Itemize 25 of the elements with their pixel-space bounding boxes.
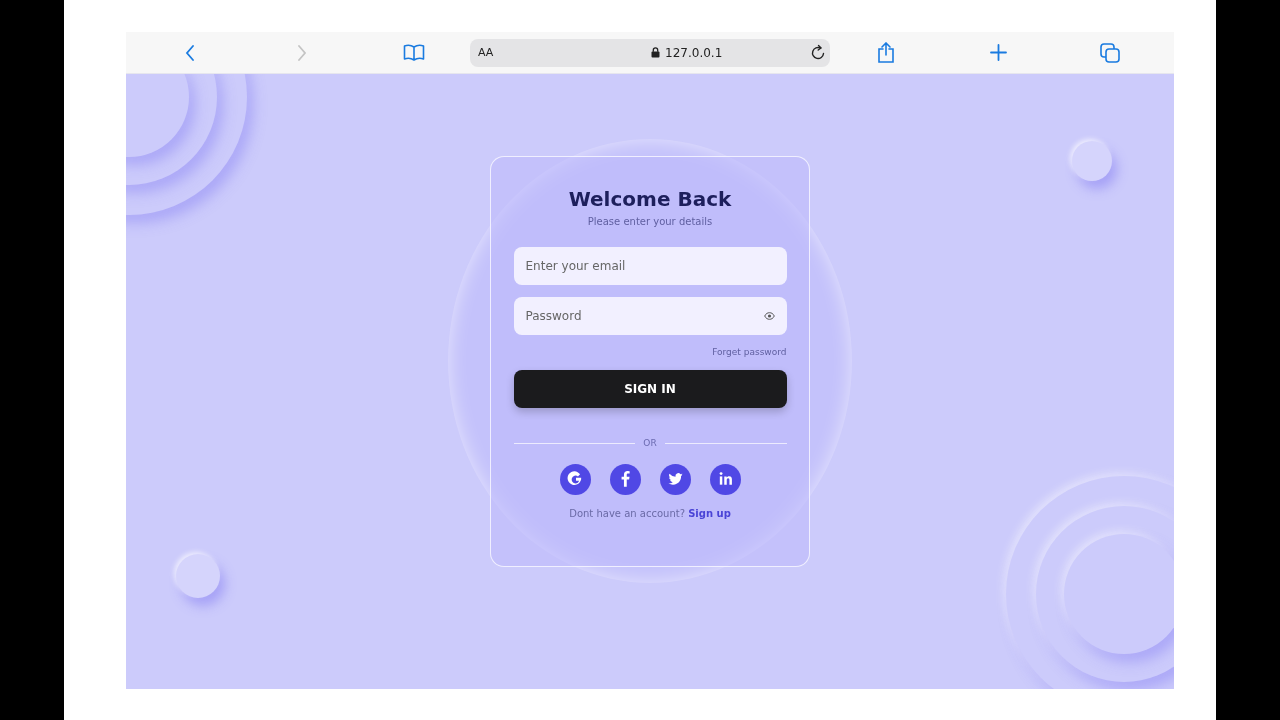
sign-up-link[interactable]: Sign up (688, 508, 731, 519)
facebook-icon[interactable] (609, 464, 641, 495)
url-text: 127.0.0.1 (665, 45, 723, 60)
divider-text: OR (643, 438, 657, 448)
card-title: Welcome Back (568, 187, 732, 211)
sign-in-button[interactable]: SIGN IN (513, 370, 787, 408)
password-field[interactable]: Password (513, 297, 787, 335)
orb-drawing (176, 554, 220, 598)
text-size-button[interactable]: AA (478, 46, 494, 59)
share-icon[interactable] (877, 42, 895, 63)
card-subtitle: Please enter your details (587, 216, 713, 227)
tabs-icon[interactable] (1100, 42, 1120, 63)
reload-icon[interactable] (810, 44, 826, 61)
lock-icon (651, 47, 661, 58)
eye-icon[interactable] (763, 312, 775, 320)
email-field[interactable]: Enter your email (513, 247, 787, 285)
plus-icon[interactable] (989, 44, 1007, 61)
book-icon[interactable] (403, 44, 425, 61)
back-icon[interactable] (185, 44, 195, 61)
linkedin-icon[interactable] (709, 464, 741, 495)
address-bar[interactable]: AA 127.0.0.1 (470, 38, 830, 67)
orb-drawing (1072, 141, 1112, 181)
google-icon[interactable] (559, 464, 591, 495)
signup-prompt: Dont have an account? (569, 508, 685, 519)
bird-icon[interactable] (659, 464, 691, 495)
